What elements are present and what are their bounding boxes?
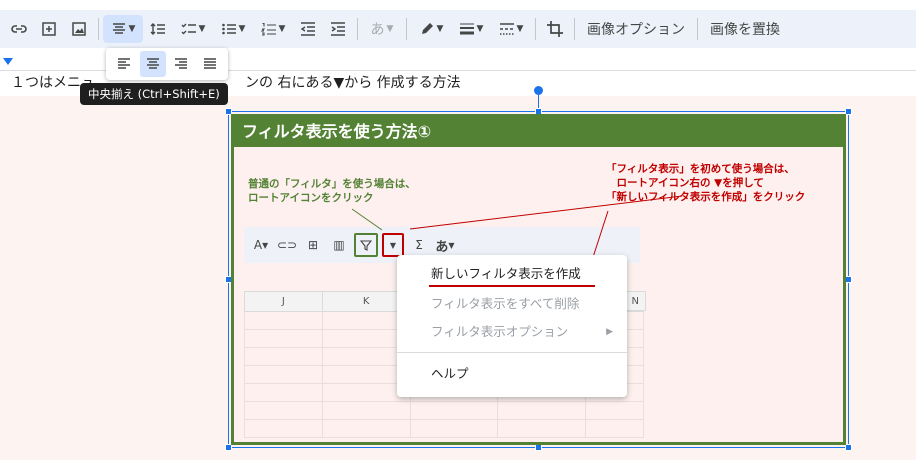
align-popup (106, 48, 228, 80)
highlight-underline (429, 285, 595, 287)
bulleted-list-dropdown[interactable]: ▼ (213, 15, 253, 43)
checklist-icon (181, 23, 196, 35)
chevron-down-icon: ▼ (238, 24, 246, 34)
toolbar-divider (357, 18, 358, 40)
text-style-label: あ (370, 22, 385, 38)
replace-image-button[interactable]: 画像を置換 (702, 15, 788, 43)
resize-handle[interactable] (845, 276, 852, 283)
add-comment-icon[interactable] (34, 15, 64, 43)
crop-icon[interactable] (540, 15, 570, 43)
border-dash-icon (499, 23, 514, 35)
insert-link-icon[interactable] (4, 15, 34, 43)
resize-handle[interactable] (845, 444, 852, 451)
menu-item-help: ヘルプ (397, 362, 627, 386)
increase-indent-icon[interactable] (323, 15, 353, 43)
text-style-dropdown[interactable]: あ ▼ (362, 15, 402, 43)
toolbar-divider (574, 18, 575, 40)
align-center-button[interactable] (139, 51, 166, 77)
image-options-button[interactable]: 画像オプション (579, 15, 693, 43)
chevron-down-icon: ▼ (516, 24, 524, 34)
numbered-list-icon (260, 22, 276, 36)
align-left-icon (118, 58, 131, 69)
justify-button[interactable] (197, 51, 223, 77)
toolbar: ▼ ▼ ▼ ▼ あ ▼ ▼ ▼ ▼ 画像オプション 画像を置換 (0, 10, 916, 48)
toolbar-divider (697, 18, 698, 40)
bulleted-list-icon (221, 23, 236, 35)
chevron-down-icon: ▼ (476, 24, 484, 34)
menu-item-label: フィルタ表示をすべて削除 (431, 296, 580, 311)
document-text-line: １つはメニュ ンの 右にある▼から 作成する方法 (11, 72, 461, 92)
border-weight-icon (459, 23, 474, 35)
resize-handle[interactable] (845, 108, 852, 115)
justify-icon (203, 58, 216, 69)
doc-text-end: ンの 右にある▼から 作成する方法 (245, 75, 461, 91)
numbered-list-dropdown[interactable]: ▼ (253, 15, 293, 43)
decrease-indent-icon[interactable] (293, 15, 323, 43)
toolbar-divider (406, 18, 407, 40)
border-color-dropdown[interactable]: ▼ (411, 15, 451, 43)
chevron-down-icon: ▼ (278, 24, 286, 34)
toolbar-divider (535, 18, 536, 40)
checklist-dropdown[interactable]: ▼ (173, 15, 213, 43)
chevron-down-icon: ▼ (128, 24, 136, 34)
align-tooltip: 中央揃え (Ctrl+Shift+E) (80, 83, 228, 105)
filter-dropdown-menu: 新しいフィルタ表示を作成 フィルタ表示をすべて削除 フィルタ表示オプション ▶ … (397, 255, 627, 397)
border-dash-dropdown[interactable]: ▼ (491, 15, 531, 43)
insert-image-icon[interactable] (64, 15, 94, 43)
align-right-button[interactable] (168, 51, 194, 77)
align-right-icon (175, 58, 188, 69)
align-center-icon (146, 58, 159, 69)
chevron-down-icon: ▼ (436, 24, 444, 34)
align-dropdown[interactable]: ▼ (103, 15, 143, 43)
menu-item-label: フィルタ表示オプション (431, 324, 569, 339)
align-center-icon (112, 23, 125, 34)
rotation-handle[interactable] (534, 86, 543, 95)
docs-editor: ▼ ▼ ▼ ▼ あ ▼ ▼ ▼ ▼ 画像オプション 画像を置換 １つはメニュ ン… (0, 0, 916, 460)
embedded-image: フィルタ表示を使う方法① 普通の「フィルタ」を使う場合は、 ロートアイコンをクリ… (231, 114, 846, 445)
menu-item-delete-all: フィルタ表示をすべて削除 (397, 292, 627, 316)
menu-item-new-filter-view: 新しいフィルタ表示を作成 (397, 262, 627, 286)
menu-item-label: 新しいフィルタ表示を作成 (431, 266, 581, 281)
align-left-button[interactable] (111, 51, 137, 77)
toolbar-divider (98, 18, 99, 40)
resize-handle[interactable] (535, 444, 542, 451)
resize-handle[interactable] (225, 444, 232, 451)
chevron-down-icon: ▼ (386, 24, 394, 34)
indent-marker[interactable] (3, 58, 13, 65)
submenu-arrow-icon: ▶ (606, 327, 613, 337)
line-spacing-icon[interactable] (143, 15, 173, 43)
chevron-down-icon: ▼ (198, 24, 206, 34)
menu-divider (397, 352, 627, 353)
pen-icon (421, 23, 433, 34)
menu-item-label: ヘルプ (431, 366, 469, 381)
menu-item-filter-options: フィルタ表示オプション ▶ (397, 320, 627, 344)
border-weight-dropdown[interactable]: ▼ (451, 15, 491, 43)
